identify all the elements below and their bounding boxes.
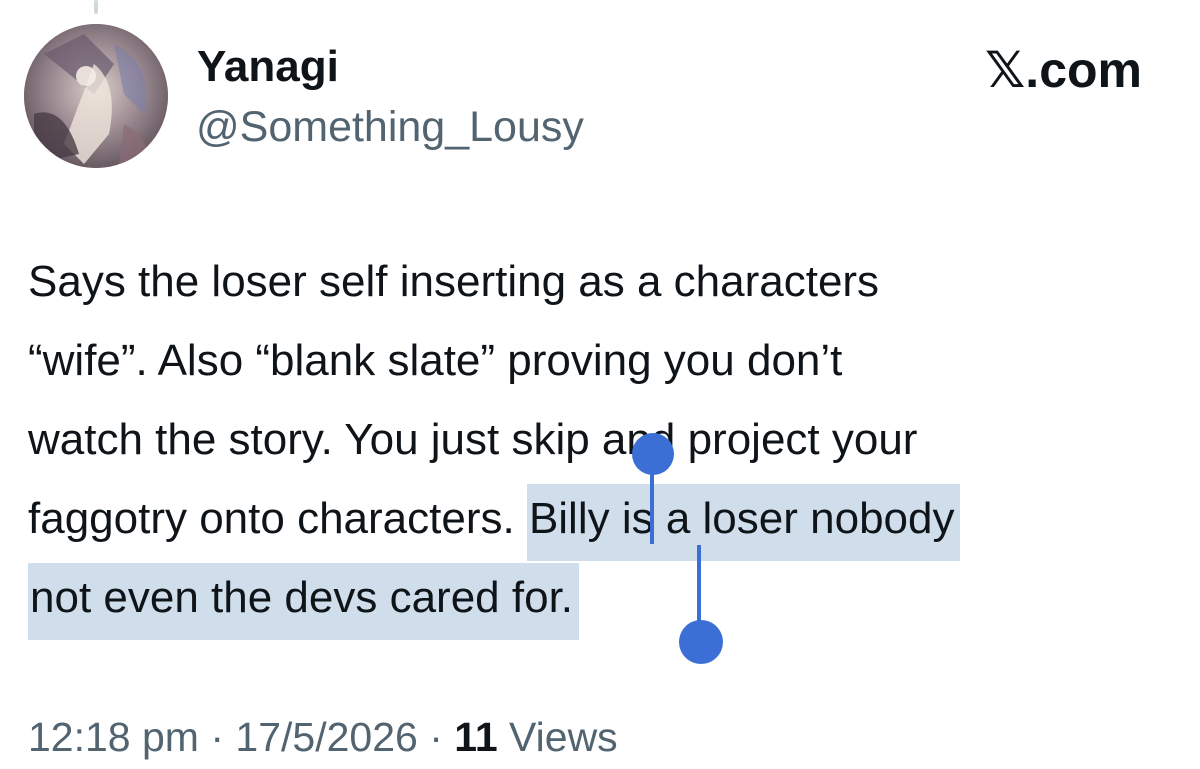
views-count[interactable]: 11 (454, 714, 497, 760)
selection-end-handle-bar[interactable] (697, 545, 701, 630)
meta-separator: · (429, 714, 443, 760)
tweet-time[interactable]: 12:18 pm (28, 714, 199, 760)
tweet-text-line: faggotry onto characters. Billy is a los… (28, 479, 1178, 561)
selected-text[interactable]: Billy is a loser nobody (526, 484, 961, 561)
avatar-image-icon (24, 24, 168, 168)
tweet-body[interactable]: Says the loser self inserting as a chara… (28, 242, 1178, 640)
tweet-text-line: Says the loser self inserting as a chara… (28, 257, 880, 306)
tweet-date[interactable]: 17/5/2026 (235, 714, 417, 760)
tweet-text-segment: faggotry onto characters. (28, 494, 527, 543)
meta-separator: · (210, 714, 225, 760)
selection-start-handle[interactable] (632, 433, 674, 475)
tweet-text-line: “wife”. Also “blank slate” proving you d… (28, 336, 843, 385)
selected-text[interactable]: not even the devs cared for. (28, 563, 580, 640)
author-display-name[interactable]: Yanagi (197, 40, 339, 94)
selection-start-handle-bar[interactable] (650, 464, 654, 544)
author-avatar[interactable] (24, 24, 168, 168)
tweet-text-line: watch the story. You just skip and proje… (28, 415, 918, 464)
x-brand-logo: 𝕏.com (985, 42, 1142, 98)
selection-end-handle[interactable] (679, 620, 723, 664)
thread-connector-line (94, 0, 98, 14)
tweet-text-line: not even the devs cared for. (28, 558, 1178, 640)
views-label[interactable]: Views (509, 714, 618, 760)
author-handle[interactable]: @Something_Lousy (196, 100, 584, 154)
tweet-metadata: 12:18 pm · 17/5/2026 · 11 Views (28, 710, 618, 764)
